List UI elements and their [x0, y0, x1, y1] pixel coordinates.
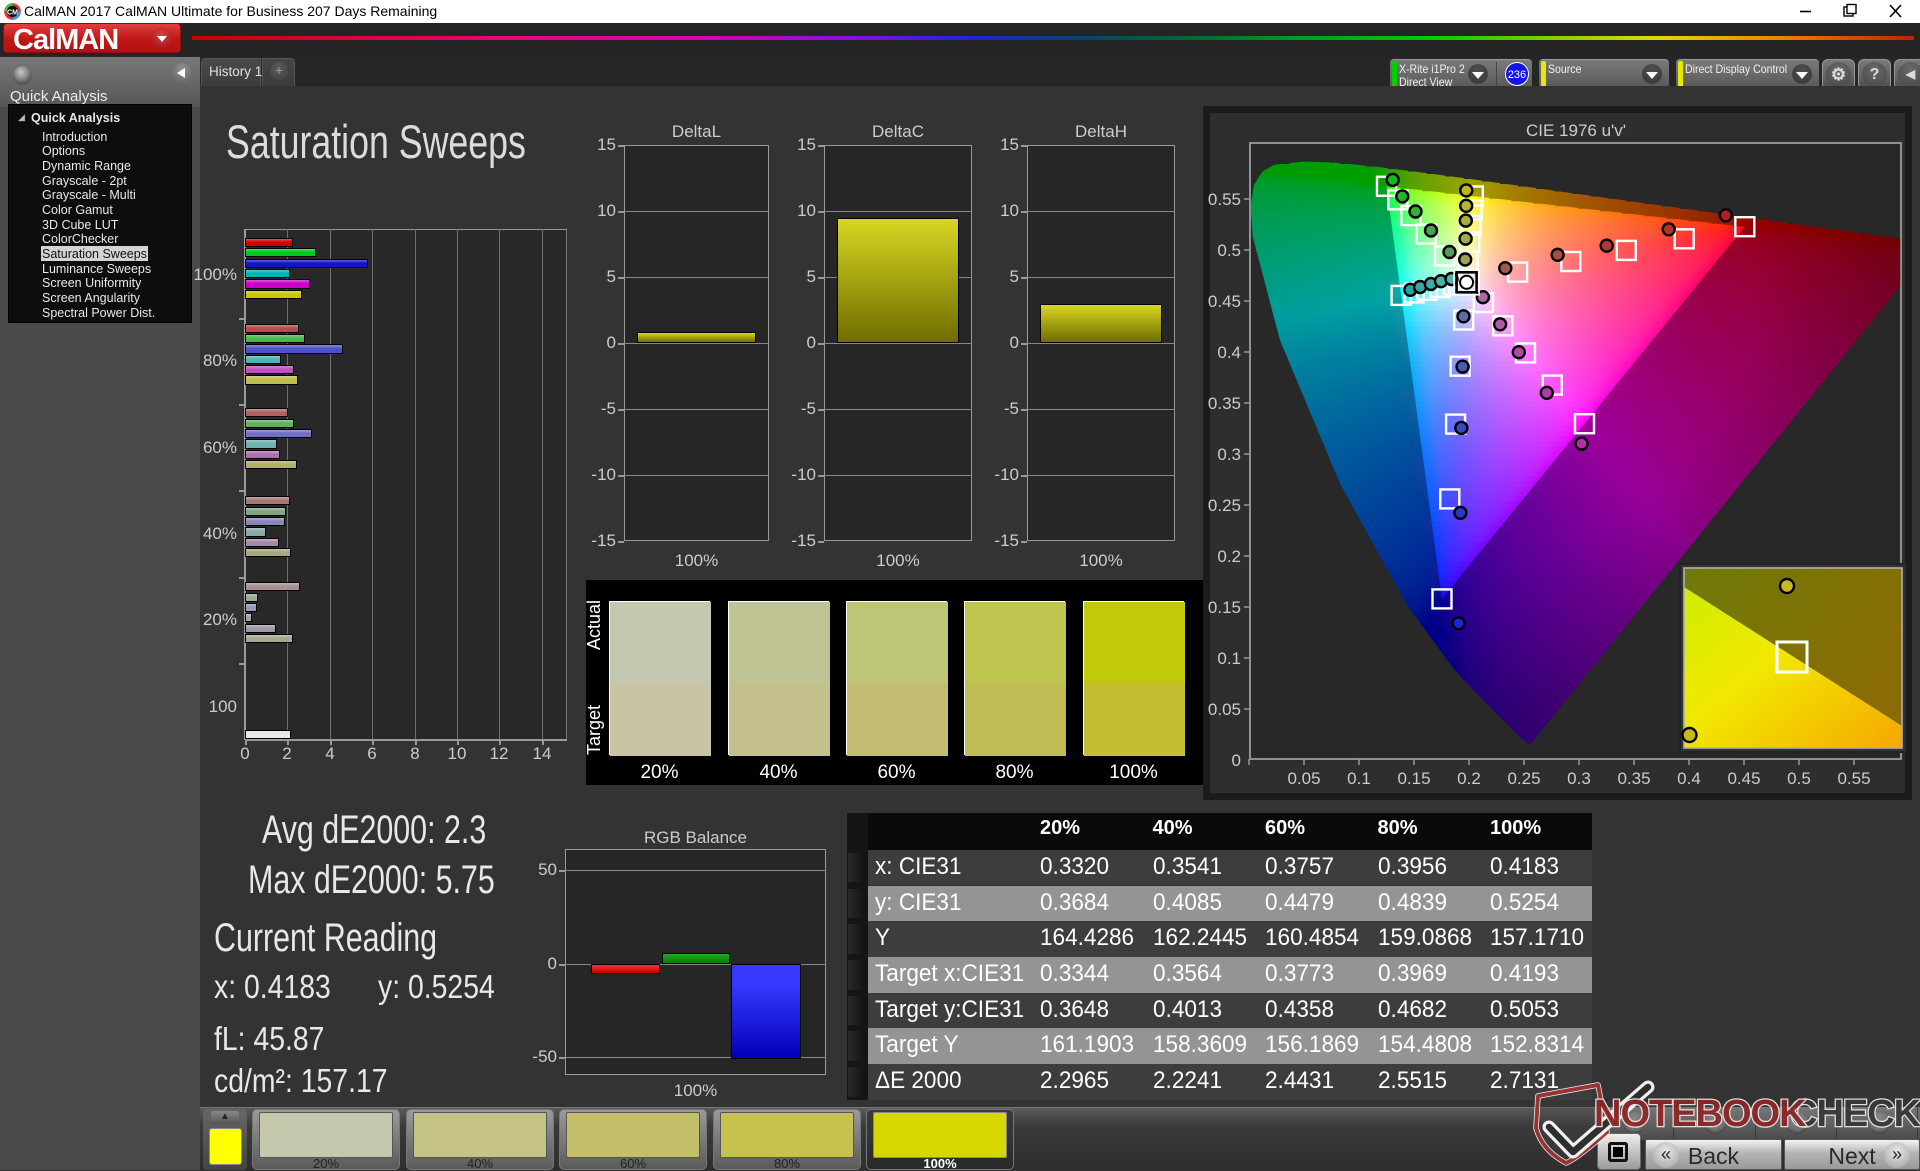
svg-text:0.45: 0.45 [1208, 292, 1241, 311]
svg-text:0.5: 0.5 [1217, 241, 1241, 260]
svg-text:0: 0 [1232, 751, 1241, 770]
svg-text:0.4: 0.4 [1677, 769, 1701, 788]
svg-text:0.05: 0.05 [1208, 700, 1241, 719]
svg-text:CM: CM [7, 10, 18, 17]
svg-text:CHECK: CHECK [1790, 1093, 1920, 1135]
svg-text:0.5: 0.5 [1787, 769, 1811, 788]
svg-text:0.35: 0.35 [1617, 769, 1650, 788]
svg-text:0.1: 0.1 [1217, 649, 1241, 668]
svg-text:0.55: 0.55 [1837, 769, 1870, 788]
svg-text:0.4: 0.4 [1217, 343, 1241, 362]
svg-text:0.25: 0.25 [1507, 769, 1540, 788]
svg-text:0.45: 0.45 [1727, 769, 1760, 788]
svg-text:0.35: 0.35 [1208, 394, 1241, 413]
svg-text:0.55: 0.55 [1208, 190, 1241, 209]
svg-text:CIE 1976 u'v': CIE 1976 u'v' [1526, 121, 1626, 140]
svg-text:NOTEBOOK: NOTEBOOK [1594, 1093, 1807, 1135]
svg-text:0.3: 0.3 [1567, 769, 1591, 788]
svg-text:0.15: 0.15 [1397, 769, 1430, 788]
svg-text:0.1: 0.1 [1347, 769, 1371, 788]
svg-text:0.05: 0.05 [1287, 769, 1320, 788]
svg-text:0.2: 0.2 [1217, 547, 1241, 566]
svg-text:0.3: 0.3 [1217, 445, 1241, 464]
svg-text:0.15: 0.15 [1208, 598, 1241, 617]
svg-text:0.2: 0.2 [1457, 769, 1481, 788]
svg-text:0.25: 0.25 [1208, 496, 1241, 515]
